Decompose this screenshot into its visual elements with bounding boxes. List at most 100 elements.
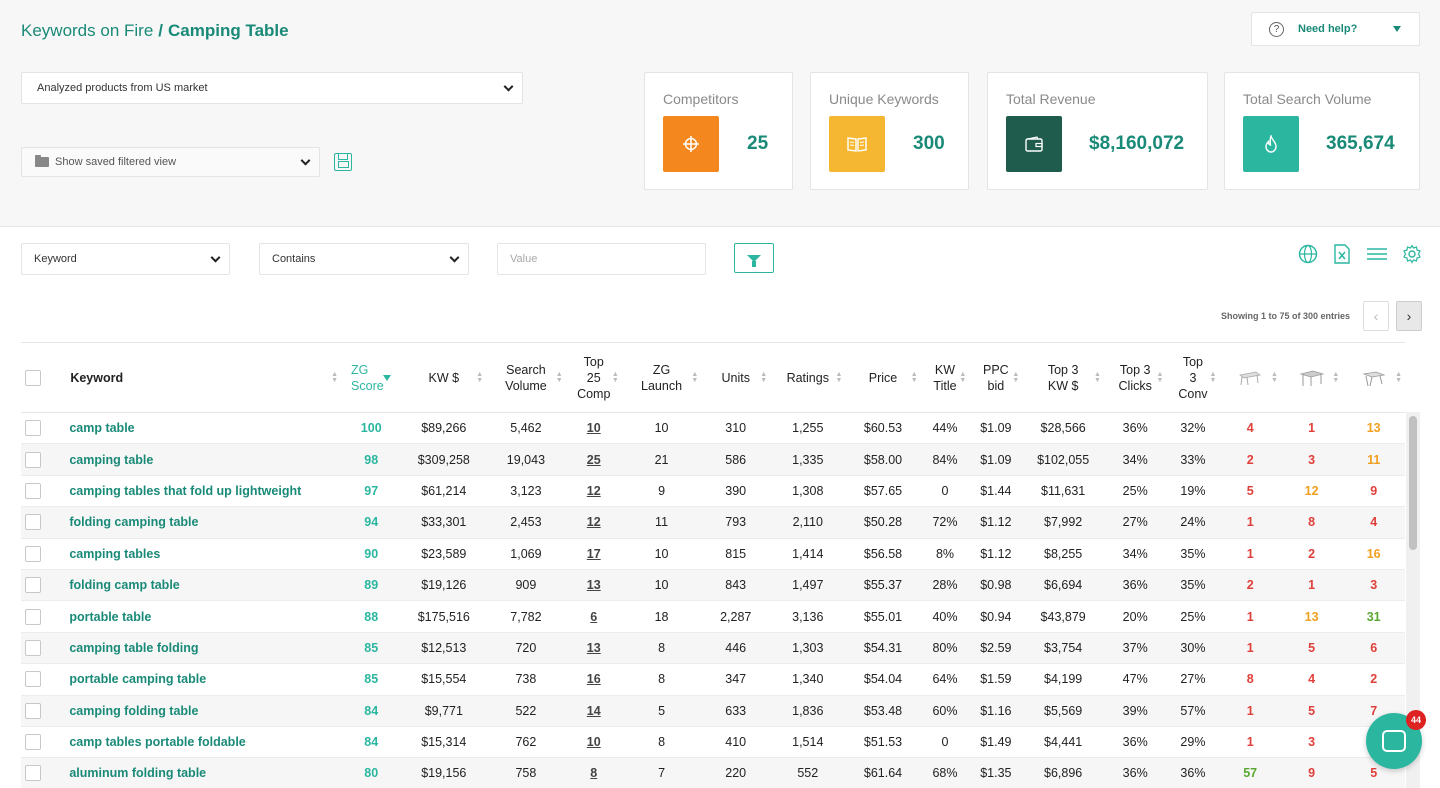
cell-keyword[interactable]: camping tables — [44, 538, 342, 570]
cell-keyword[interactable]: camping tables that fold up lightweight — [44, 475, 342, 508]
cell-top25-comp[interactable]: 13 — [565, 632, 622, 665]
col-price[interactable]: Price ▲ ▼ — [845, 342, 921, 413]
table-row[interactable]: camping folding table 84 $9,771 522 14 5 633 1,… — [21, 695, 1405, 727]
cell-keyword[interactable]: camp tables portable foldable — [44, 726, 342, 759]
table-row[interactable]: camping tables that fold up lightweight 9… — [21, 475, 1405, 508]
table-row[interactable]: camp table 100 $89,266 5,462 10 10 310 1,255 $60… — [21, 412, 1405, 445]
col-zg-launch[interactable]: ZG Launch ▲ ▼ — [621, 342, 702, 413]
table-row[interactable]: aluminum folding table 80 $19,156 758 8 7 220 5… — [21, 757, 1405, 788]
table-row[interactable]: folding camping table 94 $33,301 2,453 12 11 7… — [21, 506, 1405, 539]
cell-top25-comp[interactable]: 13 — [565, 569, 622, 602]
col-label: Top — [583, 354, 604, 369]
cell-top25-comp[interactable]: 16 — [565, 663, 622, 696]
saved-view-select[interactable]: Show saved filtered view — [21, 147, 320, 177]
row-checkbox[interactable] — [24, 482, 41, 499]
col-ppc-bid[interactable]: PPC bid ▲ ▼ — [969, 342, 1023, 413]
cell-top25-comp[interactable]: 10 — [565, 412, 622, 445]
scrollbar-thumb[interactable] — [1409, 416, 1417, 550]
col-product-3[interactable]: ▲ ▼ — [1342, 342, 1405, 413]
cell-keyword[interactable]: portable table — [44, 600, 342, 633]
row-checkbox[interactable] — [24, 671, 41, 688]
cell-kw-dollar: $309,258 — [401, 443, 487, 476]
row-checkbox[interactable] — [24, 545, 41, 562]
row-checkbox[interactable] — [24, 577, 41, 594]
row-checkbox[interactable] — [24, 514, 41, 531]
excel-export-icon[interactable] — [1332, 244, 1352, 264]
col-kw-dollar[interactable]: KW $ ▲ ▼ — [401, 342, 487, 413]
cell-top25-comp[interactable]: 6 — [565, 600, 622, 633]
col-kw-title[interactable]: KW Title ▲ ▼ — [920, 342, 970, 413]
breadcrumb-parent[interactable]: Keywords on Fire — [21, 21, 153, 40]
select-all-checkbox[interactable] — [24, 369, 41, 386]
col-zg-score[interactable]: ZG Score — [341, 342, 402, 413]
cell-top25-comp[interactable]: 17 — [565, 538, 622, 570]
cell-keyword[interactable]: camp table — [44, 412, 342, 445]
prev-page-button[interactable]: ‹ — [1363, 301, 1389, 331]
cell-zg-launch: 8 — [621, 632, 702, 665]
cell-top25-comp[interactable]: 25 — [565, 443, 622, 476]
cell-ratings: 1,497 — [770, 569, 846, 602]
cell-keyword[interactable]: folding camping table — [44, 506, 342, 539]
columns-icon[interactable] — [1366, 244, 1388, 264]
row-checkbox[interactable] — [24, 734, 41, 751]
table-row[interactable]: camping table 98 $309,258 19,043 25 21 586 1,33… — [21, 443, 1405, 476]
cell-top25-comp[interactable]: 12 — [565, 475, 622, 508]
row-checkbox[interactable] — [24, 639, 41, 656]
table-row[interactable]: camping table folding 85 $12,513 720 13 8 446 1… — [21, 632, 1405, 665]
cell-kw-title: 8% — [920, 538, 970, 570]
row-checkbox[interactable] — [24, 765, 41, 782]
cell-top25-comp[interactable]: 10 — [565, 726, 622, 759]
col-label: Top 3 — [1119, 362, 1151, 377]
cell-kw-dollar: $19,156 — [401, 757, 487, 788]
table-row[interactable]: portable table 88 $175,516 7,782 6 18 2,287 3,1… — [21, 600, 1405, 633]
next-page-button[interactable]: › — [1396, 301, 1422, 331]
table-row[interactable]: portable camping table 85 $15,554 738 16 8 347… — [21, 663, 1405, 696]
cell-keyword[interactable]: aluminum folding table — [44, 757, 342, 788]
col-units[interactable]: Units ▲ ▼ — [701, 342, 771, 413]
cell-top25-comp[interactable]: 12 — [565, 506, 622, 539]
table-row[interactable]: camping tables 90 $23,589 1,069 17 10 815 1,414… — [21, 538, 1405, 570]
filter-operator-select[interactable]: Contains — [259, 243, 469, 275]
need-help-button[interactable]: ? Need help? — [1251, 12, 1420, 46]
row-checkbox[interactable] — [24, 702, 41, 719]
cell-top25-comp[interactable]: 14 — [565, 695, 622, 727]
row-checkbox[interactable] — [24, 451, 41, 468]
row-checkbox[interactable] — [24, 608, 41, 625]
cell-product-2-rank: 1 — [1280, 412, 1343, 445]
chevron-down-icon — [210, 252, 221, 263]
col-top25-comp[interactable]: Top 25 Comp ▲ ▼ — [565, 342, 622, 413]
cell-ratings: 1,836 — [770, 695, 846, 727]
col-keyword[interactable]: Keyword ▲ ▼ — [44, 342, 342, 413]
cell-keyword[interactable]: folding camp table — [44, 569, 342, 602]
col-product-2[interactable]: ▲ ▼ — [1280, 342, 1343, 413]
sort-icon: ▲ ▼ — [476, 370, 484, 384]
col-product-1[interactable]: ▲ ▼ — [1219, 342, 1281, 413]
cell-top25-comp[interactable]: 8 — [565, 757, 622, 788]
row-checkbox-cell — [21, 757, 45, 788]
col-top3-kw[interactable]: Top 3 KW $ ▲ ▼ — [1022, 342, 1104, 413]
cell-keyword[interactable]: camping folding table — [44, 695, 342, 727]
apply-filter-button[interactable] — [734, 243, 774, 273]
row-checkbox[interactable] — [24, 420, 41, 437]
col-top3-clicks[interactable]: Top 3 Clicks ▲ ▼ — [1103, 342, 1167, 413]
cell-units: 310 — [701, 412, 771, 445]
table-row[interactable]: folding camp table 89 $19,126 909 13 10 843 1,4… — [21, 569, 1405, 602]
col-search-volume[interactable]: Search Volume ▲ ▼ — [486, 342, 566, 413]
cell-top3-clicks: 27% — [1103, 506, 1167, 539]
gear-icon[interactable] — [1402, 244, 1422, 264]
save-icon[interactable] — [334, 153, 352, 171]
market-select[interactable]: Analyzed products from US market — [21, 72, 523, 104]
table-row[interactable]: camp tables portable foldable 84 $15,314 76… — [21, 726, 1405, 759]
filter-value-input[interactable] — [497, 243, 706, 275]
filter-field-select[interactable]: Keyword — [21, 243, 230, 275]
cell-zg-score: 89 — [341, 569, 402, 602]
globe-icon[interactable] — [1298, 244, 1318, 264]
cell-keyword[interactable]: camping table — [44, 443, 342, 476]
col-ratings[interactable]: Ratings ▲ ▼ — [770, 342, 846, 413]
cell-keyword[interactable]: portable camping table — [44, 663, 342, 696]
col-top3-conv[interactable]: Top 3 Conv ▲ ▼ — [1166, 342, 1220, 413]
col-label: Units — [721, 370, 750, 385]
cell-kw-title: 44% — [920, 412, 970, 445]
cell-keyword[interactable]: camping table folding — [44, 632, 342, 665]
cell-zg-score: 84 — [341, 695, 402, 727]
